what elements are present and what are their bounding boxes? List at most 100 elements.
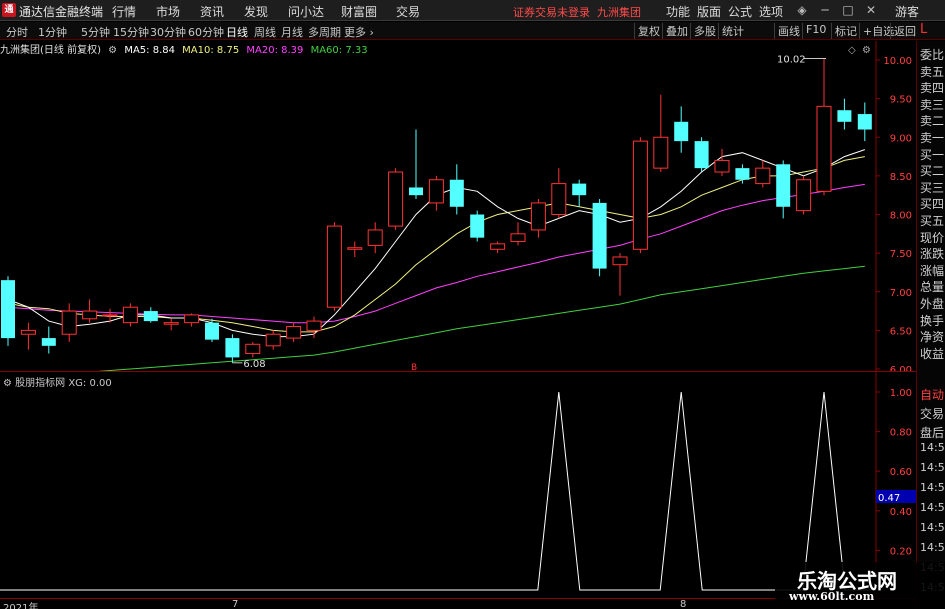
candle	[796, 175, 812, 215]
btn-f10[interactable]: F10	[802, 23, 826, 39]
period-more[interactable]: 更多 ›	[344, 24, 374, 40]
candle	[776, 160, 791, 219]
candle-body	[20, 329, 36, 335]
side-item[interactable]: 涨跌	[920, 245, 944, 262]
candle-body	[184, 314, 200, 324]
price-tick-label: 7.00	[890, 288, 912, 299]
side-time: 14:56	[920, 441, 945, 454]
side-item[interactable]: 卖二	[920, 112, 944, 129]
tool-gongshi[interactable]: 公式	[728, 3, 752, 20]
side-item[interactable]: 外盘	[920, 295, 944, 312]
side-item[interactable]: 现价	[920, 229, 944, 246]
side-item[interactable]: 买四	[920, 195, 944, 212]
candle-body	[612, 256, 628, 266]
candle-body	[530, 202, 546, 231]
menu-faxian[interactable]: 发现	[244, 3, 268, 20]
side-item[interactable]: 卖五	[920, 63, 944, 80]
candle	[82, 299, 98, 323]
maximize-icon[interactable]: □	[841, 2, 855, 18]
period-weekly[interactable]: 周线	[254, 24, 276, 40]
settings-gear-icon[interactable]: ⚙	[108, 45, 117, 56]
period-monthly[interactable]: 月线	[281, 24, 303, 40]
time-label-jul: 7	[232, 599, 239, 609]
minimize-icon[interactable]: ─	[818, 2, 832, 18]
candle-body	[205, 322, 219, 340]
ma20-label: MA20: 8.39	[246, 45, 304, 56]
tool-xuanxiang[interactable]: 选项	[759, 3, 783, 20]
candle	[755, 160, 771, 188]
side-item[interactable]: 买三	[920, 179, 944, 196]
period-1min[interactable]: 1分钟	[38, 24, 67, 40]
candle-body	[510, 233, 526, 243]
candle	[510, 222, 526, 246]
menu-hangqing[interactable]: 行情	[112, 3, 136, 20]
menu-caifuquan[interactable]: 财富圈	[341, 3, 377, 20]
indicator-settings-icon[interactable]: ⚙	[3, 378, 12, 389]
candle-body	[122, 306, 138, 324]
candle-body	[755, 167, 771, 185]
candle	[245, 341, 261, 358]
close-icon[interactable]: ✕	[864, 2, 878, 18]
skin-icon[interactable]: ◈	[795, 2, 809, 18]
side-item[interactable]: 卖四	[920, 79, 944, 96]
candle-body	[61, 310, 77, 335]
btn-fuquan[interactable]: 复权	[634, 23, 660, 39]
menu-jiaoyi[interactable]: 交易	[396, 3, 420, 20]
side-item[interactable]: 换手	[920, 312, 944, 329]
menu-wenxiaoda[interactable]: 问小达	[288, 3, 324, 20]
side-lower-item[interactable]: 盘后	[920, 424, 944, 441]
menu-shichang[interactable]: 市场	[156, 3, 180, 20]
candle-body	[286, 326, 302, 339]
side-item[interactable]: 买二	[920, 162, 944, 179]
candle-body	[632, 140, 648, 250]
btn-biaoji[interactable]: 标记	[831, 23, 857, 39]
side-time: 14:56	[920, 521, 945, 534]
diamond-icon: ◇	[848, 45, 856, 56]
side-item[interactable]: 总量	[920, 278, 944, 295]
guest-label[interactable]: 游客	[895, 3, 919, 20]
menu-zixun[interactable]: 资讯	[200, 3, 224, 20]
btn-huaxian[interactable]: 画线	[774, 23, 800, 39]
login-notice[interactable]: 证券交易未登录 九洲集团	[513, 4, 641, 20]
side-item[interactable]: 净资	[920, 328, 944, 345]
btn-diejia[interactable]: 叠加	[662, 23, 688, 39]
period-5min[interactable]: 5分钟	[81, 24, 110, 40]
side-item[interactable]: 委比	[920, 46, 944, 63]
price-tick-label: 8.50	[890, 172, 912, 183]
kline-chart[interactable]: 10.009.509.008.508.007.507.006.506.00◇ ⚙1…	[0, 41, 916, 371]
side-panel-toggle[interactable]: L	[920, 22, 927, 37]
candle-body	[592, 202, 607, 269]
side-lower-item[interactable]: 交易	[920, 405, 944, 422]
side-item[interactable]: 买五	[920, 212, 944, 229]
candle	[1, 276, 15, 346]
btn-duogu[interactable]: 多股	[690, 23, 716, 39]
side-item[interactable]: 买一	[920, 146, 944, 163]
period-60min[interactable]: 60分钟	[188, 24, 224, 40]
period-15min[interactable]: 15分钟	[113, 24, 149, 40]
candle	[225, 334, 240, 363]
quote-side-panel: 委比 卖五 卖四 卖三 卖二 卖一 买一 买二 买三 买四 买五 现价 涨跌 涨幅 总量 外盘 换手 净资 收益自动…	[916, 41, 945, 609]
btn-fanhui[interactable]: 返回	[890, 23, 916, 39]
side-lower-item[interactable]: 自动	[920, 386, 944, 403]
period-30min[interactable]: 30分钟	[150, 24, 186, 40]
ma5-label: MA5: 8.84	[124, 45, 175, 56]
side-item[interactable]: 卖一	[920, 129, 944, 146]
period-fenshi[interactable]: 分时	[6, 24, 28, 40]
candle	[857, 102, 872, 142]
candle	[490, 241, 506, 254]
tool-gongneng[interactable]: 功能	[666, 3, 690, 20]
btn-tongji[interactable]: 统计	[718, 23, 744, 39]
candle	[326, 222, 342, 312]
candle	[470, 210, 485, 242]
candle	[184, 313, 200, 327]
period-daily[interactable]: 日线	[226, 24, 248, 40]
side-item[interactable]: 卖三	[920, 96, 944, 113]
btn-zixuan[interactable]: +自选	[859, 23, 894, 39]
ma-info-line: 九洲集团(日线 前复权) ⚙ MA5: 8.84 MA10: 8.75 MA20…	[0, 41, 372, 56]
period-multi[interactable]: 多周期	[308, 24, 341, 40]
candle-body	[41, 338, 56, 346]
side-item[interactable]: 收益	[920, 345, 944, 362]
side-item[interactable]: 涨幅	[920, 262, 944, 279]
candle-body	[551, 183, 567, 216]
tool-banmian[interactable]: 版面	[697, 3, 721, 20]
